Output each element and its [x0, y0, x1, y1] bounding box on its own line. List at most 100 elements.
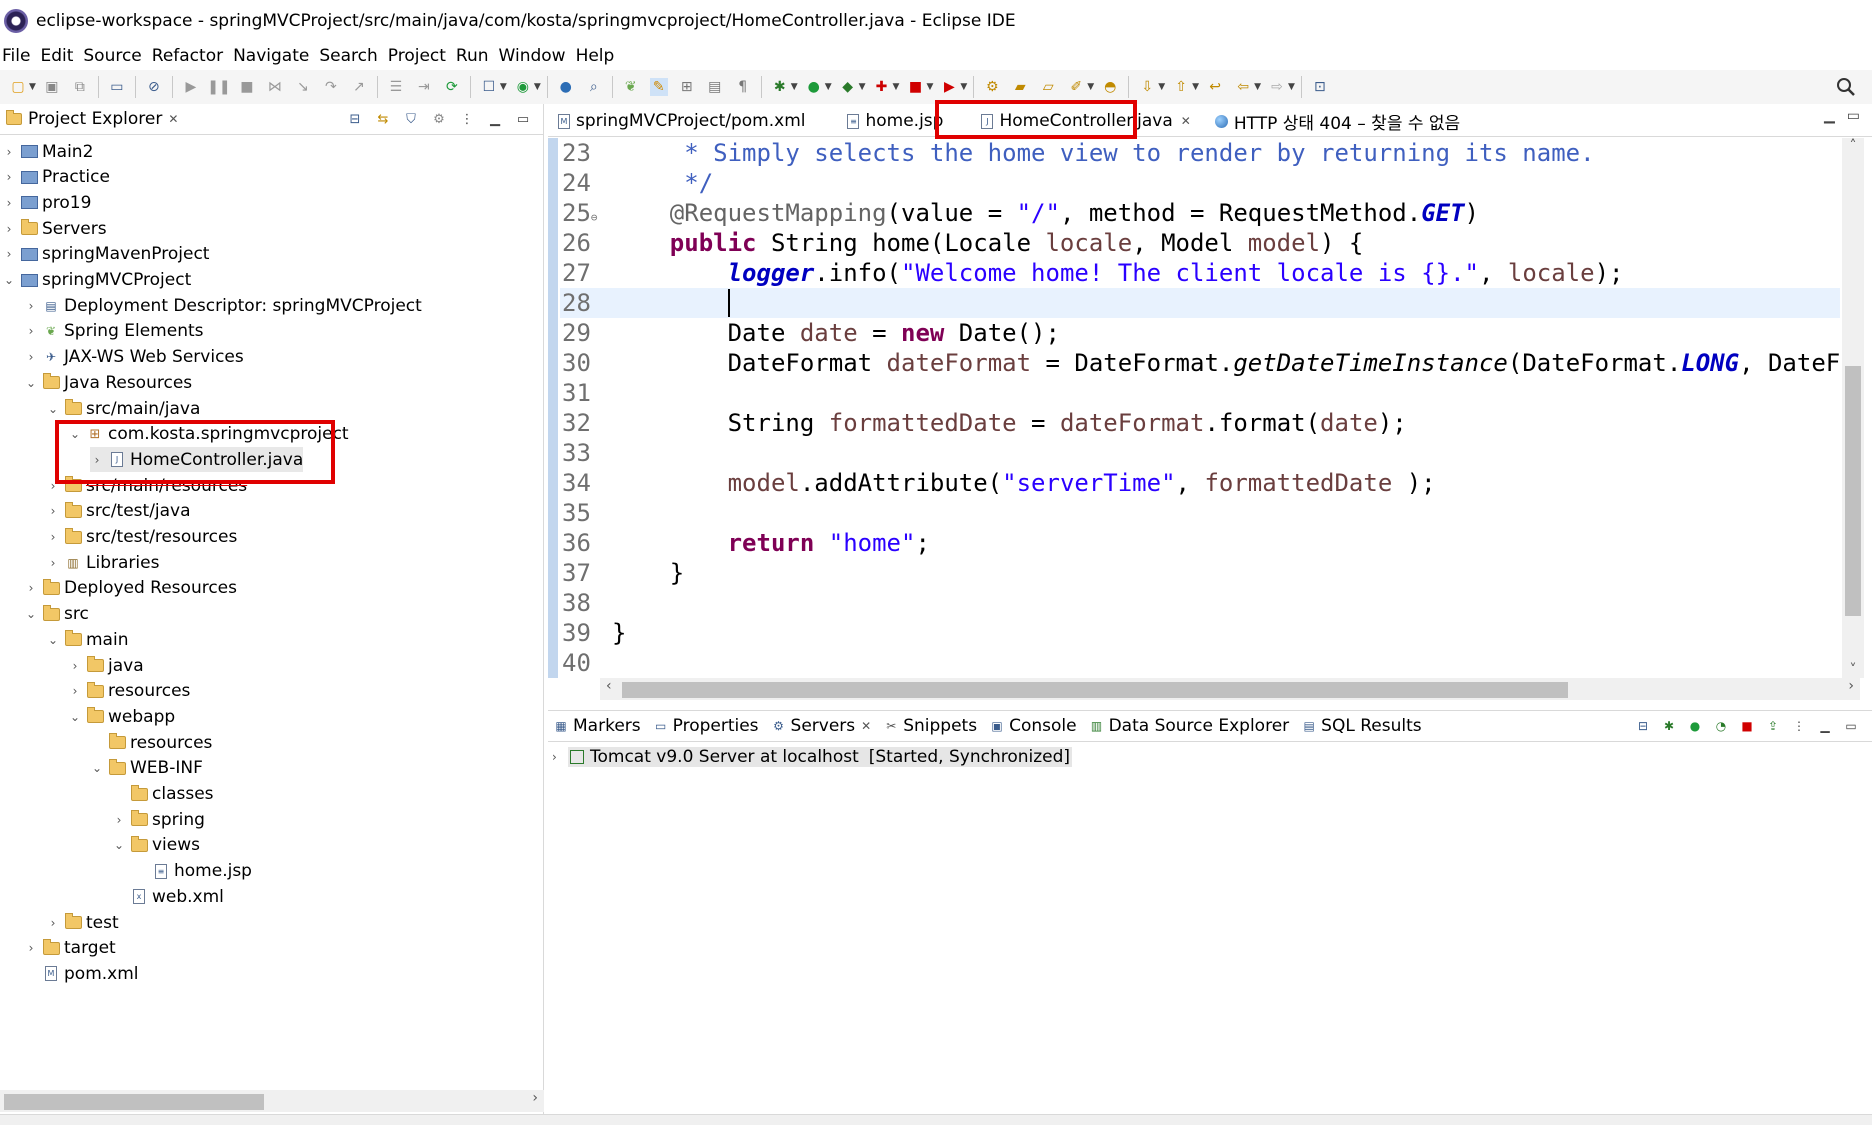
- tree-item[interactable]: x web.xml: [112, 884, 224, 909]
- save-all-icon[interactable]: ⧉: [71, 78, 89, 96]
- suspend-icon[interactable]: ❚❚: [207, 78, 230, 96]
- annotation-icon[interactable]: ✐: [1067, 78, 1085, 96]
- menu-project[interactable]: Project: [388, 46, 456, 66]
- step-return-icon[interactable]: ↗: [350, 78, 368, 96]
- code-line[interactable]: 40: [560, 648, 1840, 678]
- scroll-left-icon[interactable]: ‹: [606, 678, 612, 694]
- spring-icon[interactable]: ❦: [622, 78, 640, 96]
- tab-sql-results[interactable]: ▤ SQL Results: [1296, 711, 1428, 741]
- close-icon[interactable]: ✕: [168, 112, 178, 126]
- minimize-icon[interactable]: ▁: [1817, 718, 1833, 734]
- forward-dropdown-icon[interactable]: ▼: [1288, 82, 1295, 92]
- collapse-all-icon[interactable]: ⊟: [1635, 718, 1651, 734]
- project-explorer-tab[interactable]: Project Explorer ✕: [0, 104, 184, 134]
- menu-navigate[interactable]: Navigate: [233, 46, 319, 66]
- tree-item[interactable]: › src/test/resources: [46, 525, 238, 550]
- tree-item[interactable]: ⌄ ⊞ com.kosta.springmvcproject: [68, 422, 349, 447]
- current-code-line[interactable]: 28: [560, 288, 1840, 318]
- search-tool-icon[interactable]: ◓: [1101, 78, 1119, 96]
- forward-icon[interactable]: ⇨: [1268, 78, 1286, 96]
- tree-item[interactable]: ⌄ WEB-INF: [90, 756, 203, 781]
- chevron-right-icon[interactable]: ›: [24, 350, 38, 364]
- menu-search[interactable]: Search: [319, 46, 387, 66]
- tree-item[interactable]: › J HomeController.java: [90, 447, 304, 473]
- refresh-icon[interactable]: ⟳: [443, 78, 461, 96]
- external-tools-dropdown-icon[interactable]: ▼: [960, 82, 967, 92]
- coverage-dropdown-icon[interactable]: ▼: [859, 82, 866, 92]
- tree-item[interactable]: › Servers: [2, 216, 107, 241]
- chevron-right-icon[interactable]: ›: [46, 530, 60, 544]
- code-line[interactable]: 24 */: [560, 168, 1840, 198]
- chevron-down-icon[interactable]: ⌄: [46, 633, 60, 647]
- step-into-icon[interactable]: ↘: [294, 78, 312, 96]
- chevron-right-icon[interactable]: ›: [68, 684, 82, 698]
- collapse-all-icon[interactable]: ⊟: [346, 110, 364, 128]
- minimize-icon[interactable]: ▁: [486, 110, 504, 128]
- next-annotation-icon[interactable]: ⇩: [1138, 78, 1156, 96]
- menu-edit[interactable]: Edit: [40, 46, 83, 66]
- chevron-down-icon[interactable]: ⌄: [68, 427, 82, 441]
- debug-icon[interactable]: ✱: [771, 78, 789, 96]
- tree-item[interactable]: › src/main/resources: [46, 473, 248, 498]
- chevron-down-icon[interactable]: ⌄: [46, 402, 60, 416]
- open-browser-icon[interactable]: ●: [557, 78, 575, 96]
- editor-horizontal-scrollbar[interactable]: ‹ ›: [600, 678, 1860, 700]
- tab-pom-xml[interactable]: M springMVCProject/pom.xml: [548, 106, 815, 136]
- code-line[interactable]: 31: [560, 378, 1840, 408]
- tab-properties[interactable]: ▭ Properties: [648, 711, 766, 741]
- use-step-filters-icon[interactable]: ⇥: [415, 78, 433, 96]
- tab-servers[interactable]: ⚙ Servers ✕: [765, 711, 879, 741]
- menu-run[interactable]: Run: [456, 46, 499, 66]
- tab-snippets[interactable]: ✂ Snippets: [878, 711, 984, 741]
- focus-icon[interactable]: ⚙: [430, 110, 448, 128]
- tree-item[interactable]: › resources: [68, 679, 191, 704]
- disconnect-icon[interactable]: ⋈: [266, 78, 284, 96]
- link-with-editor-icon[interactable]: ⇆: [374, 110, 392, 128]
- open-type-hierarchy-icon[interactable]: ⚙: [983, 78, 1001, 96]
- previous-annotation-dropdown-icon[interactable]: ▼: [1192, 82, 1199, 92]
- terminal-icon[interactable]: ▭: [108, 78, 126, 96]
- stop-dropdown-icon[interactable]: ▼: [926, 82, 933, 92]
- debug-dropdown-icon[interactable]: ▼: [791, 82, 798, 92]
- next-annotation-dropdown-icon[interactable]: ▼: [1158, 82, 1165, 92]
- chevron-down-icon[interactable]: ⌄: [68, 710, 82, 724]
- resume-icon[interactable]: ▶: [182, 78, 200, 96]
- new-dropdown-icon[interactable]: ▼: [29, 82, 36, 92]
- terminate-icon[interactable]: ■: [238, 78, 256, 96]
- previous-annotation-icon[interactable]: ⇧: [1172, 78, 1190, 96]
- coverage-icon[interactable]: ◆: [839, 78, 857, 96]
- tree-item[interactable]: › Practice: [2, 165, 110, 190]
- menu-file[interactable]: File: [0, 46, 40, 66]
- tree-item[interactable]: Mpom.xml: [24, 961, 139, 986]
- fold-icon[interactable]: ⊖: [591, 211, 598, 224]
- tab-console[interactable]: ▣ Console: [984, 711, 1084, 741]
- view-menu-icon[interactable]: ⋮: [1791, 718, 1807, 734]
- tree-item[interactable]: › ❦ Spring Elements: [24, 319, 204, 344]
- toggle-block-selection-icon[interactable]: ⊞: [678, 78, 696, 96]
- run-dropdown-icon[interactable]: ▼: [825, 82, 832, 92]
- run-icon[interactable]: ●: [805, 78, 823, 96]
- scroll-right-icon[interactable]: ›: [1848, 678, 1854, 694]
- external-tools-icon[interactable]: ▶: [940, 78, 958, 96]
- run-last-dropdown-icon[interactable]: ▼: [893, 82, 900, 92]
- run-last-icon[interactable]: ✚: [873, 78, 891, 96]
- annotation-dropdown-icon[interactable]: ▼: [1087, 82, 1094, 92]
- tree-item[interactable]: › Deployed Resources: [24, 576, 237, 601]
- open-perspective-icon[interactable]: ⊡: [1311, 78, 1329, 96]
- tree-item[interactable]: › target: [24, 936, 116, 961]
- chevron-down-icon[interactable]: ⌄: [2, 273, 16, 287]
- start-server-icon[interactable]: ●: [1687, 718, 1703, 734]
- code-line[interactable]: 32 String formattedDate = dateFormat.for…: [560, 408, 1840, 438]
- tree-item[interactable]: resources: [90, 730, 212, 755]
- code-line[interactable]: 36 return "home";: [560, 528, 1840, 558]
- code-line[interactable]: 25⊖ @RequestMapping(value = "/", method …: [560, 198, 1840, 228]
- explorer-horizontal-scrollbar[interactable]: ›: [0, 1090, 544, 1112]
- server-entry[interactable]: Tomcat v9.0 Server at localhost [Started…: [568, 747, 1073, 767]
- minimize-icon[interactable]: ▁: [1824, 108, 1835, 124]
- chevron-right-icon[interactable]: ›: [24, 581, 38, 595]
- chevron-right-icon[interactable]: ›: [68, 659, 82, 673]
- code-line[interactable]: 26 public String home(Locale locale, Mod…: [560, 228, 1840, 258]
- code-line[interactable]: 23 * Simply selects the home view to ren…: [560, 138, 1840, 168]
- debug-server-icon[interactable]: ✱: [1661, 718, 1677, 734]
- step-over-icon[interactable]: ↷: [322, 78, 340, 96]
